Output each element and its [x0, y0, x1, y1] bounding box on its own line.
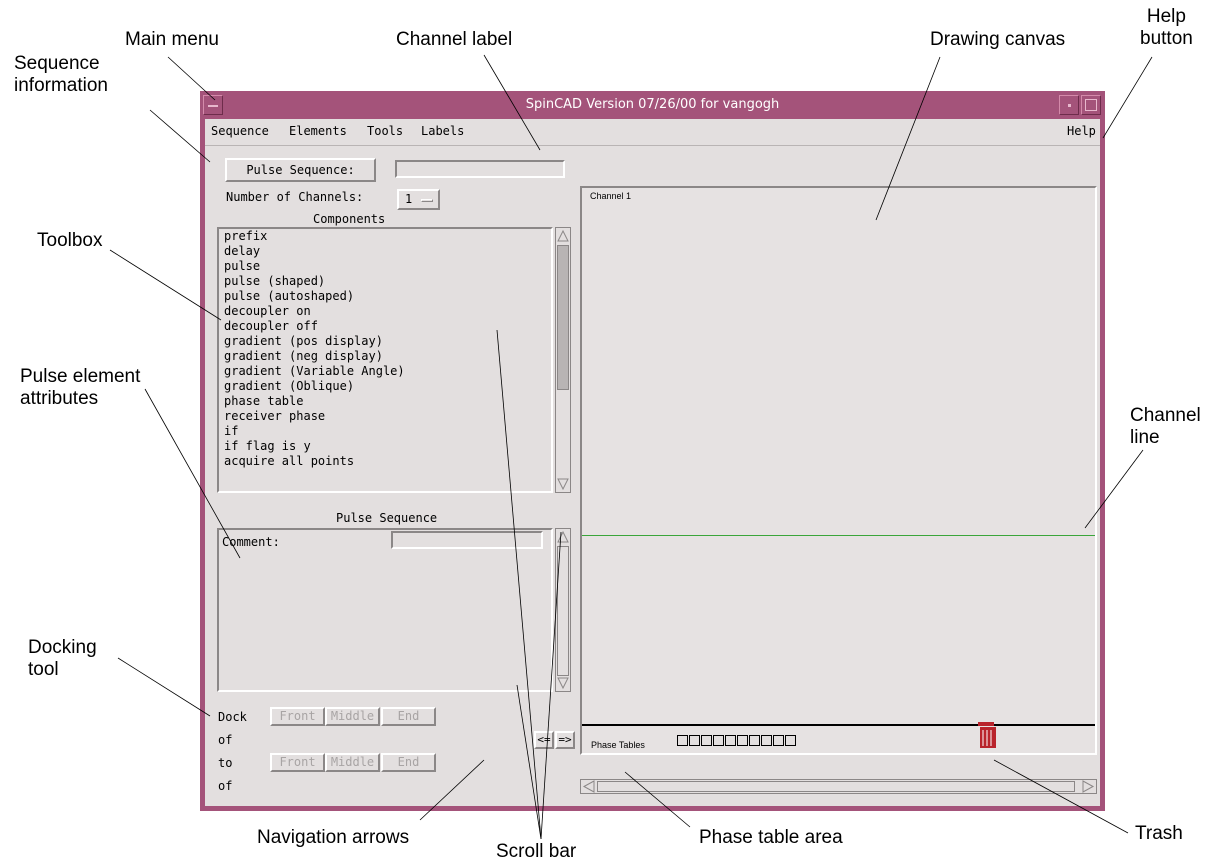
- window-title: SpinCAD Version 07/26/00 for vangogh: [525, 97, 780, 112]
- maximize-button[interactable]: [1081, 95, 1101, 115]
- dock-to-label: to: [218, 756, 233, 770]
- dock-label: Dock: [218, 710, 247, 724]
- callout-channel-label: Channel label: [396, 29, 513, 50]
- dock-of-label: of: [218, 733, 233, 747]
- scroll-left-arrow-icon[interactable]: [582, 780, 596, 793]
- menu-elements[interactable]: Elements: [289, 124, 347, 138]
- dock-middle-button[interactable]: Middle: [325, 707, 380, 726]
- menu-tools[interactable]: Tools: [367, 124, 403, 138]
- comment-field[interactable]: [391, 531, 543, 549]
- drawing-canvas[interactable]: Channel 1 Phase Tables: [580, 186, 1097, 755]
- component-item[interactable]: gradient (Oblique): [219, 379, 554, 394]
- phase-table-slot[interactable]: [773, 735, 784, 746]
- dock-front-button[interactable]: Front: [270, 707, 325, 726]
- component-item[interactable]: pulse (shaped): [219, 274, 554, 289]
- callout-main-menu: Main menu: [125, 29, 219, 50]
- minimize-button[interactable]: [1059, 95, 1079, 115]
- component-item[interactable]: gradient (pos display): [219, 334, 554, 349]
- callout-channel-line: Channel line: [1130, 405, 1201, 448]
- phase-table-slot[interactable]: [713, 735, 724, 746]
- component-item[interactable]: pulse (autoshaped): [219, 289, 554, 304]
- attributes-heading: Pulse Sequence: [336, 511, 438, 525]
- num-channels-value: 1: [405, 192, 413, 206]
- phase-area-divider: [582, 724, 1095, 726]
- dock-end-button[interactable]: End: [381, 707, 436, 726]
- menu-help[interactable]: Help: [1067, 124, 1096, 138]
- components-heading: Components: [313, 212, 386, 226]
- phase-table-slot[interactable]: [689, 735, 700, 746]
- num-channels-label: Number of Channels:: [226, 190, 364, 204]
- scroll-down-arrow-icon[interactable]: [557, 676, 569, 690]
- comment-label: Comment:: [222, 535, 280, 549]
- nav-left-arrow-button[interactable]: <=: [534, 731, 554, 749]
- component-item[interactable]: decoupler on: [219, 304, 554, 319]
- phase-table-slot[interactable]: [785, 735, 796, 746]
- component-item[interactable]: prefix: [219, 229, 554, 244]
- attributes-scrollbar[interactable]: [555, 528, 571, 692]
- channel-line[interactable]: [582, 535, 1095, 536]
- component-item[interactable]: if: [219, 424, 554, 439]
- phase-table-area[interactable]: [677, 735, 797, 746]
- callout-docking-tool: Docking tool: [28, 637, 97, 680]
- callout-pulse-element-attributes: Pulse element attributes: [20, 366, 141, 409]
- callout-scroll-bar: Scroll bar: [496, 841, 577, 862]
- component-item[interactable]: gradient (neg display): [219, 349, 554, 364]
- client-area: Sequence Elements Tools Labels Help Puls…: [205, 119, 1100, 806]
- option-menu-indicator-icon: [421, 199, 433, 202]
- component-item[interactable]: decoupler off: [219, 319, 554, 334]
- canvas-horizontal-scrollbar[interactable]: [580, 779, 1097, 794]
- phase-table-slot[interactable]: [677, 735, 688, 746]
- component-item[interactable]: phase table: [219, 394, 554, 409]
- to-end-button[interactable]: End: [381, 753, 436, 772]
- nav-right-arrow-button[interactable]: =>: [555, 731, 575, 749]
- phase-table-slot[interactable]: [725, 735, 736, 746]
- phase-tables-label: Phase Tables: [591, 740, 645, 750]
- scroll-thumb[interactable]: [557, 245, 569, 390]
- callout-toolbox: Toolbox: [37, 230, 103, 251]
- component-item[interactable]: receiver phase: [219, 409, 554, 424]
- scroll-thumb[interactable]: [557, 546, 569, 676]
- phase-table-slot[interactable]: [737, 735, 748, 746]
- callout-help-button: Help button: [1140, 6, 1193, 49]
- component-item[interactable]: if flag is y: [219, 439, 554, 454]
- spincad-window: SpinCAD Version 07/26/00 for vangogh Seq…: [200, 91, 1105, 811]
- pulse-sequence-button[interactable]: Pulse Sequence:: [225, 158, 376, 182]
- phase-table-slot[interactable]: [749, 735, 760, 746]
- menu-labels[interactable]: Labels: [421, 124, 464, 138]
- attributes-panel: [217, 528, 553, 692]
- pulse-sequence-name-field[interactable]: [395, 160, 565, 178]
- component-item[interactable]: pulse: [219, 259, 554, 274]
- components-list-items: prefix delay pulse pulse (shaped) pulse (aut…: [219, 229, 554, 491]
- main-menu: Sequence Elements Tools Labels Help: [205, 119, 1100, 146]
- callout-sequence-information: Sequence information: [14, 53, 108, 96]
- channel-label: Channel 1: [590, 191, 632, 201]
- to-front-button[interactable]: Front: [270, 753, 325, 772]
- component-item[interactable]: delay: [219, 244, 554, 259]
- num-channels-select[interactable]: 1: [397, 189, 440, 210]
- scroll-up-arrow-icon[interactable]: [557, 530, 569, 544]
- component-item[interactable]: acquire all points: [219, 454, 554, 469]
- phase-table-slot[interactable]: [761, 735, 772, 746]
- horizontal-scroll-thumb[interactable]: [597, 781, 1075, 792]
- phase-table-slot[interactable]: [701, 735, 712, 746]
- callout-phase-table-area: Phase table area: [699, 827, 843, 848]
- to-middle-button[interactable]: Middle: [325, 753, 380, 772]
- callout-drawing-canvas: Drawing canvas: [930, 29, 1066, 50]
- scroll-up-arrow-icon[interactable]: [557, 229, 569, 243]
- components-scrollbar[interactable]: [555, 227, 571, 493]
- trash-icon[interactable]: [975, 718, 1001, 750]
- component-item[interactable]: gradient (Variable Angle): [219, 364, 554, 379]
- scroll-right-arrow-icon[interactable]: [1081, 780, 1095, 793]
- menu-sequence[interactable]: Sequence: [211, 124, 269, 138]
- trash-lid: [978, 722, 994, 726]
- to-of-label: of: [218, 779, 233, 793]
- title-bar[interactable]: SpinCAD Version 07/26/00 for vangogh: [200, 91, 1105, 119]
- callout-trash: Trash: [1135, 823, 1183, 844]
- scroll-down-arrow-icon[interactable]: [557, 477, 569, 491]
- trash-can-body: [980, 727, 996, 748]
- callout-navigation-arrows: Navigation arrows: [257, 827, 410, 848]
